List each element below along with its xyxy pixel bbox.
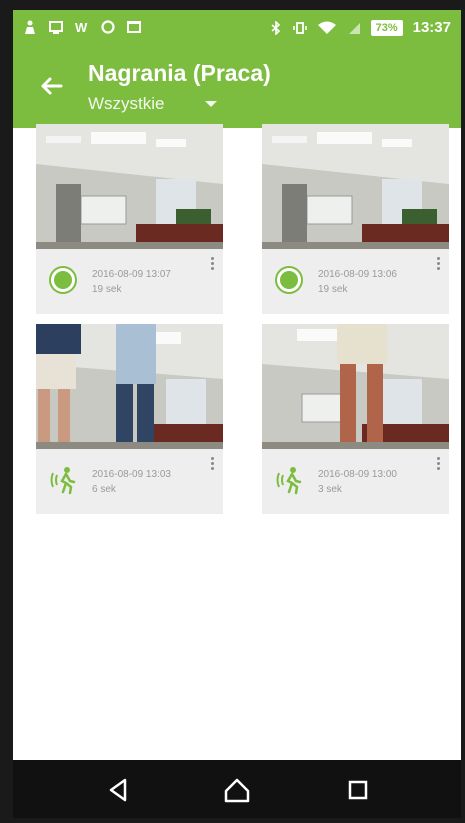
status-left-icons: W bbox=[23, 20, 141, 34]
back-triangle-icon[interactable] bbox=[103, 775, 133, 805]
tablet-icon bbox=[49, 21, 63, 34]
recording-duration: 19 sek bbox=[92, 284, 122, 295]
record-icon bbox=[275, 266, 303, 294]
recording-meta: 2016-08-09 13:03 6 sek bbox=[36, 449, 223, 514]
recording-meta: 2016-08-09 13:00 3 sek bbox=[262, 449, 449, 514]
wifi-icon bbox=[317, 21, 336, 34]
recording-thumbnail[interactable] bbox=[262, 124, 449, 249]
more-options-icon[interactable] bbox=[433, 455, 443, 473]
bluetooth-icon bbox=[271, 20, 280, 35]
navigation-bar bbox=[13, 760, 461, 818]
recording-thumbnail[interactable] bbox=[262, 324, 449, 449]
motion-icon bbox=[50, 467, 76, 495]
office-camera-image bbox=[36, 124, 223, 249]
home-icon[interactable] bbox=[222, 775, 252, 805]
recording-date: 2016-08-09 13:06 bbox=[318, 269, 397, 280]
recording-meta: 2016-08-09 13:06 19 sek bbox=[262, 249, 449, 314]
filter-dropdown[interactable]: Wszystkie bbox=[88, 94, 217, 114]
status-right-icons: 73% 13:37 bbox=[269, 19, 451, 36]
chevron-down-icon bbox=[204, 101, 217, 107]
recording-thumbnail[interactable] bbox=[36, 324, 223, 449]
gallery-icon bbox=[127, 21, 141, 33]
back-arrow-icon[interactable] bbox=[35, 70, 67, 102]
recording-date: 2016-08-09 13:07 bbox=[92, 269, 171, 280]
motion-icon bbox=[276, 467, 302, 495]
more-options-icon[interactable] bbox=[207, 455, 217, 473]
status-bar: W 73% 13:37 bbox=[13, 10, 461, 48]
record-icon bbox=[49, 266, 77, 294]
recording-thumbnail[interactable] bbox=[36, 124, 223, 249]
office-camera-image bbox=[262, 124, 449, 249]
page-title: Nagrania (Praca) bbox=[88, 60, 271, 86]
w-icon: W bbox=[75, 20, 88, 34]
status-time: 13:37 bbox=[412, 19, 451, 36]
recording-card[interactable]: 2016-08-09 13:06 19 sek bbox=[262, 124, 449, 314]
battery-indicator: 73% bbox=[370, 19, 403, 36]
vibrate-icon bbox=[292, 21, 307, 34]
signal-icon bbox=[348, 22, 360, 34]
circle-icon bbox=[101, 20, 115, 34]
app-bar: Nagrania (Praca) Wszystkie bbox=[13, 48, 461, 128]
recording-card[interactable]: 2016-08-09 13:00 3 sek bbox=[262, 324, 449, 514]
more-options-icon[interactable] bbox=[207, 255, 217, 273]
recording-card[interactable]: 2016-08-09 13:07 19 sek bbox=[36, 124, 223, 314]
recents-icon[interactable] bbox=[343, 775, 373, 805]
recording-meta: 2016-08-09 13:07 19 sek bbox=[36, 249, 223, 314]
office-person-image bbox=[262, 324, 449, 449]
office-people-image bbox=[36, 324, 223, 449]
phone-screen: W 73% 13:37 Nagrania (Praca) Wszystkie 2… bbox=[13, 10, 461, 818]
recording-duration: 6 sek bbox=[92, 484, 116, 495]
more-options-icon[interactable] bbox=[433, 255, 443, 273]
recording-duration: 3 sek bbox=[318, 484, 342, 495]
svg-text:W: W bbox=[75, 20, 88, 34]
filter-label: Wszystkie bbox=[88, 94, 165, 113]
recording-duration: 19 sek bbox=[318, 284, 348, 295]
person-icon bbox=[25, 20, 35, 34]
recording-date: 2016-08-09 13:00 bbox=[318, 469, 397, 480]
recording-date: 2016-08-09 13:03 bbox=[92, 469, 171, 480]
recording-card[interactable]: 2016-08-09 13:03 6 sek bbox=[36, 324, 223, 514]
